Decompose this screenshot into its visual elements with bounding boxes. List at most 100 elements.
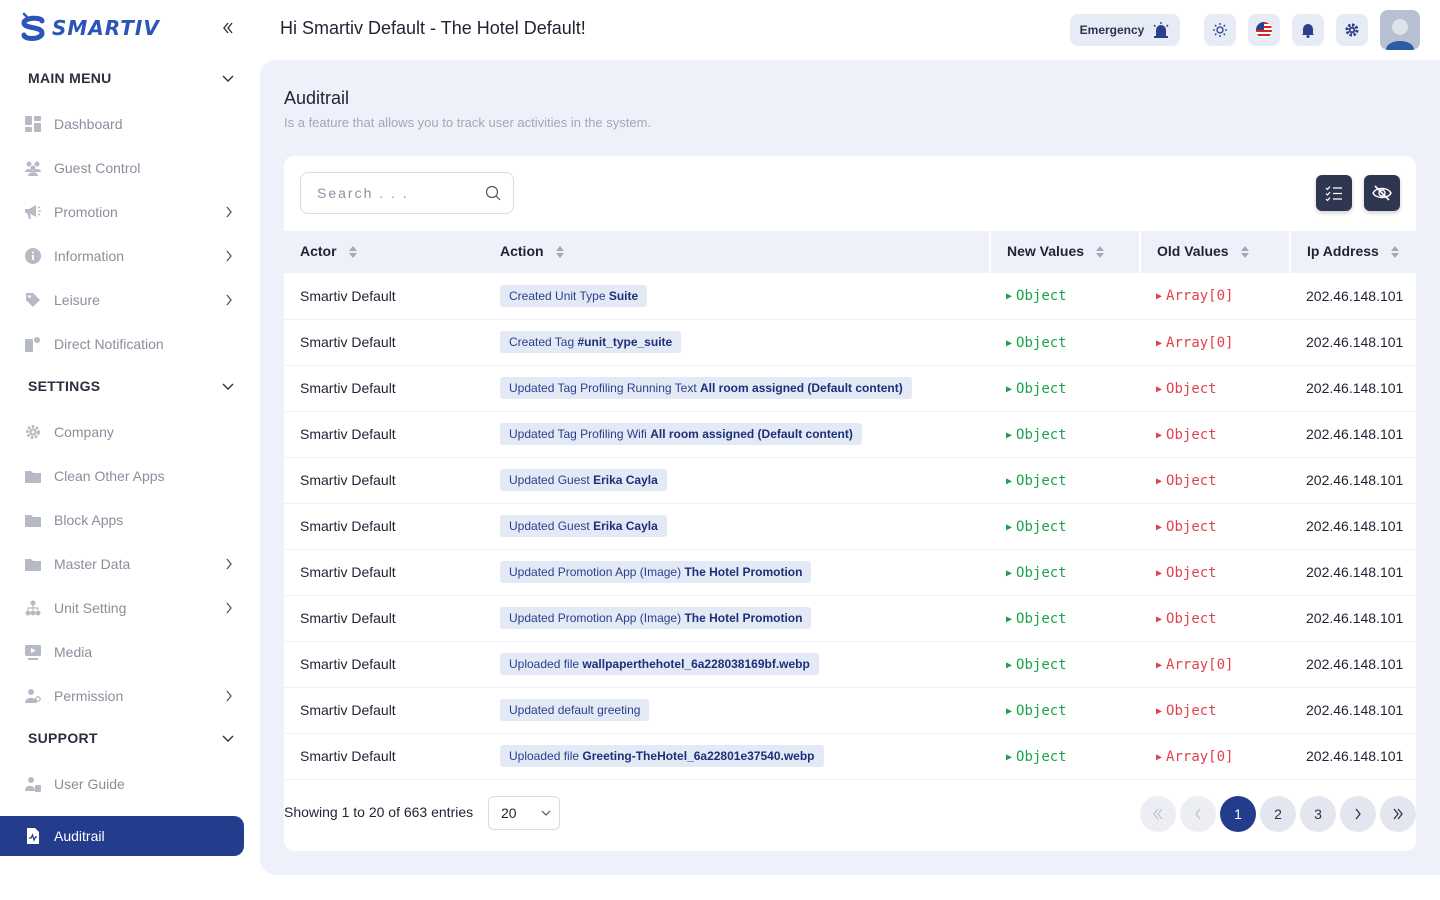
sort-icon[interactable]	[1240, 245, 1249, 261]
chevron-down-icon	[541, 810, 551, 816]
sidebar-item-direct-notification[interactable]: Direct Notification	[24, 328, 236, 360]
hide-columns-button[interactable]	[1364, 175, 1400, 211]
action-cell: Uploaded file Greeting-TheHotel_6a22801e…	[484, 733, 990, 779]
actor-cell: Smartiv Default	[300, 426, 396, 442]
sidebar-item-permission[interactable]: Permission	[24, 680, 236, 712]
column-filter-button[interactable]	[1316, 175, 1352, 211]
sidebar-item-clean-other-apps[interactable]: Clean Other Apps	[24, 460, 236, 492]
sidebar-item-block-apps[interactable]: Block Apps	[24, 504, 236, 536]
sidebar-item-auditrail[interactable]: Auditrail	[0, 816, 244, 856]
actor-cell: Smartiv Default	[300, 518, 396, 534]
page-size-select[interactable]: 20	[488, 796, 560, 830]
main-panel: Auditrail Is a feature that allows you t…	[260, 60, 1440, 875]
sidebar-section-main-menu[interactable]: MAIN MENU	[28, 66, 234, 90]
sidebar-section-settings[interactable]: SETTINGS	[28, 374, 234, 398]
ip-address-cell: 202.46.148.101	[1306, 610, 1404, 626]
old-values-cell[interactable]: ▶ Object	[1140, 503, 1290, 549]
notification-icon	[24, 335, 42, 353]
sidebar-item-promotion[interactable]: Promotion	[24, 196, 236, 228]
sidebar-item-label: Promotion	[54, 204, 118, 220]
old-values-cell[interactable]: ▶ Object	[1140, 687, 1290, 733]
expand-triangle-icon: ▶	[1006, 521, 1013, 533]
chevron-right-icon	[222, 293, 236, 307]
column-header-new-values[interactable]: New Values	[989, 231, 1140, 273]
column-header-actor[interactable]: Actor	[284, 231, 484, 273]
sidebar-item-label: Media	[54, 644, 93, 660]
action-cell: Updated default greeting	[484, 687, 990, 733]
theme-toggle-button[interactable]	[1204, 14, 1236, 46]
table-row: Smartiv Default Uploaded file Greeting-Th…	[284, 733, 1416, 779]
column-header-old-values[interactable]: Old Values	[1139, 231, 1290, 273]
sidebar-item-master-data[interactable]: Master Data	[24, 548, 236, 580]
notifications-button[interactable]	[1292, 14, 1324, 46]
column-header-action[interactable]: Action	[484, 231, 990, 273]
old-values-cell[interactable]: ▶ Object	[1140, 411, 1290, 457]
page-button-2[interactable]: 2	[1260, 796, 1296, 832]
settings-button[interactable]	[1336, 14, 1368, 46]
sort-icon[interactable]	[555, 245, 564, 261]
sidebar-item-user-guide[interactable]: User Guide	[24, 768, 236, 800]
action-badge: Updated Promotion App (Image) The Hotel …	[500, 607, 812, 629]
sidebar-item-leisure[interactable]: Leisure	[24, 284, 236, 316]
sidebar-item-company[interactable]: Company	[24, 416, 236, 448]
expand-triangle-icon: ▶	[1006, 659, 1013, 671]
ip-address-cell: 202.46.148.101	[1306, 334, 1404, 350]
sidebar-item-unit-setting[interactable]: Unit Setting	[24, 592, 236, 624]
new-values-cell[interactable]: ▶ Object	[990, 365, 1140, 411]
action-badge: Uploaded file Greeting-TheHotel_6a22801e…	[500, 745, 824, 767]
column-header-ip-address[interactable]: Ip Address	[1289, 231, 1416, 273]
sidebar-item-dashboard[interactable]: Dashboard	[24, 108, 236, 140]
prev-page-button[interactable]	[1180, 796, 1216, 832]
first-page-button[interactable]	[1140, 796, 1176, 832]
last-page-button[interactable]	[1380, 796, 1416, 832]
old-values-cell[interactable]: ▶ Object	[1140, 365, 1290, 411]
old-values-cell[interactable]: ▶ Array[0]	[1140, 319, 1290, 365]
logo[interactable]: SMARTIV	[20, 12, 160, 44]
sort-icon[interactable]	[1390, 245, 1399, 261]
sun-icon	[1213, 23, 1227, 37]
sort-icon[interactable]	[1096, 245, 1105, 261]
old-values-cell[interactable]: ▶ Object	[1140, 549, 1290, 595]
avatar[interactable]	[1380, 10, 1420, 50]
search-input[interactable]	[317, 185, 485, 201]
sidebar-item-label: Guest Control	[54, 160, 141, 176]
new-values-cell[interactable]: ▶ Object	[990, 503, 1140, 549]
language-button[interactable]	[1248, 14, 1280, 46]
old-values-cell[interactable]: ▶ Object	[1140, 457, 1290, 503]
auditrail-card: Actor Action New Values Old Values Ip Ad…	[284, 156, 1416, 851]
new-values-cell[interactable]: ▶ Object	[990, 411, 1140, 457]
new-values-cell[interactable]: ▶ Object	[990, 457, 1140, 503]
emergency-button[interactable]: Emergency	[1070, 14, 1180, 46]
sidebar-item-information[interactable]: Information	[24, 240, 236, 272]
us-flag-icon	[1256, 22, 1272, 38]
siren-icon	[1153, 22, 1169, 38]
sort-icon[interactable]	[348, 245, 357, 261]
new-values-cell[interactable]: ▶ Object	[990, 595, 1140, 641]
page-button-3[interactable]: 3	[1300, 796, 1336, 832]
chevron-right-icon	[222, 601, 236, 615]
old-values-cell[interactable]: ▶ Array[0]	[1140, 641, 1290, 687]
new-values-cell[interactable]: ▶ Object	[990, 641, 1140, 687]
sidebar-item-guest-control[interactable]: Guest Control	[24, 152, 236, 184]
next-page-button[interactable]	[1340, 796, 1376, 832]
new-values-cell[interactable]: ▶ Object	[990, 733, 1140, 779]
new-values-cell[interactable]: ▶ Object	[990, 319, 1140, 365]
actor-cell: Smartiv Default	[300, 380, 396, 396]
sidebar-section-support[interactable]: SUPPORT	[28, 726, 234, 750]
new-values-cell[interactable]: ▶ Object	[990, 273, 1140, 319]
megaphone-icon	[24, 203, 42, 221]
page-subtitle: Is a feature that allows you to track us…	[284, 115, 652, 130]
expand-triangle-icon: ▶	[1156, 659, 1163, 671]
old-values-cell[interactable]: ▶ Array[0]	[1140, 273, 1290, 319]
new-values-cell[interactable]: ▶ Object	[990, 687, 1140, 733]
page-button-1[interactable]: 1	[1220, 796, 1256, 832]
sidebar-item-media[interactable]: Media	[24, 636, 236, 668]
actor-cell: Smartiv Default	[300, 610, 396, 626]
collapse-sidebar-button[interactable]	[218, 18, 238, 38]
old-values-cell[interactable]: ▶ Object	[1140, 595, 1290, 641]
new-values-cell[interactable]: ▶ Object	[990, 549, 1140, 595]
old-values-cell[interactable]: ▶ Array[0]	[1140, 733, 1290, 779]
chevron-down-icon	[222, 735, 234, 742]
search-icon[interactable]	[485, 185, 501, 201]
action-badge: Updated default greeting	[500, 699, 650, 721]
